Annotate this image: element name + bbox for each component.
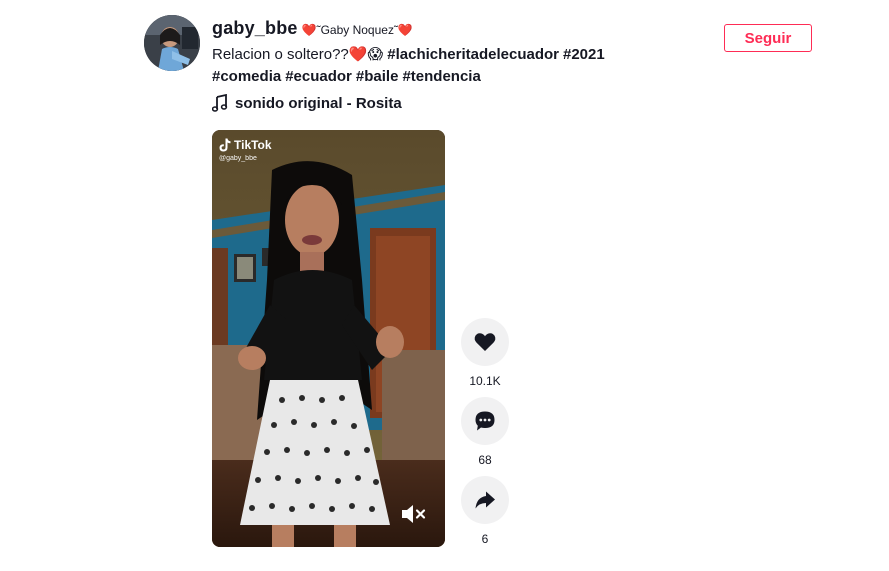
comment-count: 68 — [478, 453, 492, 467]
share-action: 6 — [461, 476, 509, 546]
video-frame — [212, 130, 445, 547]
music-note-icon — [212, 94, 228, 112]
hashtag-link[interactable]: #lachicheritadelecuador — [387, 46, 559, 63]
avatar-photo-icon — [144, 15, 200, 71]
like-button[interactable] — [461, 318, 509, 366]
share-arrow-icon — [475, 491, 495, 509]
hashtag-link[interactable]: #tendencia — [402, 68, 480, 85]
author-avatar[interactable] — [144, 15, 200, 71]
tiktok-logo-icon — [219, 138, 231, 152]
video-caption: Relacion o soltero??❤️😱 #lachicheritadel… — [212, 44, 712, 88]
tiktok-logo: TikTok — [219, 138, 272, 152]
author-username[interactable]: gaby_bbe — [212, 18, 298, 39]
caption-line-1: Relacion o soltero??❤️😱 #lachicheritadel… — [212, 44, 712, 66]
hashtag-link[interactable]: #2021 — [563, 46, 605, 63]
hashtag-link[interactable]: #baile — [356, 68, 399, 85]
author-nickname: ❤️˜Gaby Noquez˜❤️ — [301, 23, 413, 37]
hashtag-link[interactable]: #comedia — [212, 68, 281, 85]
like-count: 10.1K — [469, 374, 501, 388]
like-action: 10.1K — [461, 318, 509, 388]
heart-icon — [474, 333, 496, 351]
share-count: 6 — [481, 532, 489, 546]
music-link[interactable]: sonido original - Rosita — [212, 94, 402, 112]
follow-button[interactable]: Seguir — [724, 24, 812, 52]
watermark-handle: @gaby_bbe — [219, 155, 257, 162]
author-info: gaby_bbe ❤️˜Gaby Noquez˜❤️ — [212, 18, 413, 42]
share-button[interactable] — [461, 476, 509, 524]
tiktok-brand: TikTok — [234, 138, 272, 152]
comment-icon — [475, 411, 495, 431]
volume-muted-icon[interactable] — [399, 502, 427, 526]
music-title[interactable]: sonido original - Rosita — [235, 95, 402, 112]
comment-action: 68 — [461, 397, 509, 467]
tiktok-watermark: TikTok @gaby_bbe — [219, 138, 272, 162]
caption-text: Relacion o soltero??❤️😱 — [212, 46, 384, 63]
video-player[interactable]: TikTok @gaby_bbe — [212, 130, 445, 547]
video-post: gaby_bbe ❤️˜Gaby Noquez˜❤️ Seguir Relaci… — [0, 0, 889, 571]
hashtag-link[interactable]: #ecuador — [285, 68, 352, 85]
caption-line-2: #comedia #ecuador #baile #tendencia — [212, 66, 712, 88]
comment-button[interactable] — [461, 397, 509, 445]
